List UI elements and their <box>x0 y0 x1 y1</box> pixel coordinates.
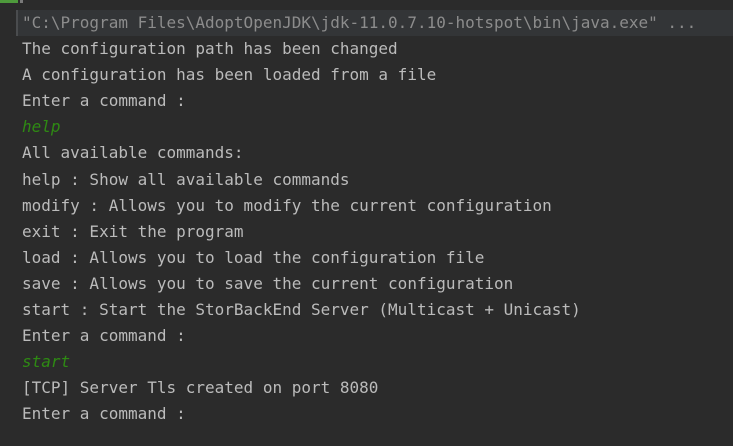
console-input-line: help <box>22 117 61 137</box>
console-gutter <box>0 0 6 446</box>
console-input-line: start <box>22 352 71 372</box>
console-output-line: [TCP] Server Tls created on port 8080 <box>22 378 379 398</box>
run-console[interactable]: "C:\Program Files\AdoptOpenJDK\jdk-11.0.… <box>0 0 733 446</box>
command-path-line[interactable]: "C:\Program Files\AdoptOpenJDK\jdk-11.0.… <box>22 10 696 36</box>
console-output-line: save : Allows you to save the current co… <box>22 273 514 293</box>
run-status-marker <box>0 0 18 3</box>
console-output-line: help : Show all available commands <box>22 169 350 189</box>
run-status-dot <box>20 0 23 3</box>
console-output[interactable]: "C:\Program Files\AdoptOpenJDK\jdk-11.0.… <box>22 10 696 428</box>
console-output-line: start : Start the StorBackEnd Server (Mu… <box>22 300 581 320</box>
console-output-line: exit : Exit the program <box>22 221 244 241</box>
console-output-line: A configuration has been loaded from a f… <box>22 65 437 85</box>
console-output-line: The configuration path has been changed <box>22 39 398 59</box>
console-output-line: Enter a command : <box>22 326 186 346</box>
console-output-line: load : Allows you to load the configurat… <box>22 247 485 267</box>
console-output-line: modify : Allows you to modify the curren… <box>22 195 552 215</box>
console-output-line: Enter a command : <box>22 91 186 111</box>
console-output-line: Enter a command : <box>22 404 186 424</box>
console-output-line: All available commands: <box>22 143 244 163</box>
